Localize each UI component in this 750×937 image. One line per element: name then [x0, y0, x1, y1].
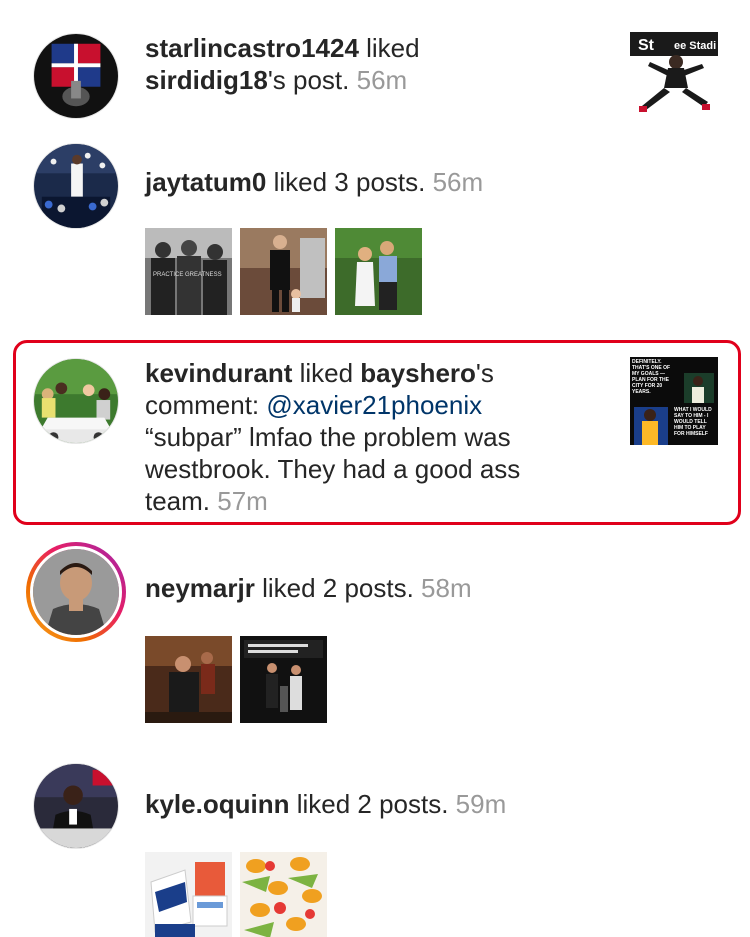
comment-line: “subpar” lmfao the problem was [145, 422, 511, 452]
action-text: liked 2 posts. [289, 789, 456, 819]
username[interactable]: jaytatum0 [145, 167, 266, 197]
activity-text: starlincastro1424 liked sirdidig18's pos… [145, 32, 420, 96]
username[interactable]: kevindurant [145, 358, 292, 388]
suffix-text: 's [475, 358, 494, 388]
post-image [145, 636, 232, 723]
avatar[interactable] [33, 33, 119, 119]
activity-text: neymarjr liked 2 posts. 58m [145, 572, 472, 604]
avatar-image [34, 144, 118, 228]
post-image: PRACTICE GREATNESS [145, 228, 232, 315]
comment-prefix: comment: [145, 390, 267, 420]
username[interactable]: starlincastro1424 [145, 33, 359, 63]
post-thumbnail[interactable]: DEFINITELY. THAT'S ONE OF MY GOALS — PLA… [630, 357, 718, 445]
sign-text-2: ee Stadi [674, 40, 716, 52]
target-username[interactable]: bayshero [360, 358, 476, 388]
post-image [240, 636, 327, 723]
post-thumbnail[interactable]: St ee Stadi [630, 32, 718, 120]
timestamp: 58m [421, 573, 472, 603]
action-text: liked [358, 33, 420, 63]
timestamp: 59m [455, 789, 507, 819]
post-image [335, 228, 422, 315]
post-thumbnails [145, 852, 327, 937]
activity-text: jaytatum0 liked 3 posts. 56m [145, 166, 483, 198]
activity-text: kyle.oquinn liked 2 posts. 59m [145, 788, 506, 820]
post-thumbnail[interactable] [145, 636, 232, 723]
avatar-image [34, 764, 118, 848]
post-thumbnail[interactable] [240, 228, 327, 315]
activity-text: kevindurant liked bayshero's comment: @x… [145, 357, 520, 517]
post-thumbnail[interactable] [335, 228, 422, 315]
timestamp: 56m [356, 65, 408, 95]
username[interactable]: neymarjr [145, 573, 255, 603]
avatar[interactable] [33, 763, 119, 849]
avatar-with-story[interactable] [26, 542, 126, 642]
post-thumbnail[interactable]: PRACTICE GREATNESS [145, 228, 232, 315]
post-thumbnails: PRACTICE GREATNESS [145, 228, 422, 315]
jersey-text: PRACTICE GREATNESS [153, 272, 222, 278]
post-image: St ee Stadi [630, 32, 718, 120]
action-text: liked [292, 358, 361, 388]
avatar[interactable] [33, 143, 119, 229]
comment-line: westbrook. They had a good ass [145, 454, 521, 484]
avatar[interactable] [33, 358, 119, 444]
target-username[interactable]: sirdidig18 [145, 65, 268, 95]
avatar-image [33, 549, 119, 635]
action-text: liked 2 posts. [254, 573, 422, 603]
comment-line: team. [145, 486, 218, 516]
suffix-text: 's post. [267, 65, 357, 95]
post-thumbnail[interactable] [240, 636, 327, 723]
post-thumbnail[interactable] [240, 852, 327, 937]
username[interactable]: kyle.oquinn [145, 789, 289, 819]
post-image [240, 228, 327, 315]
sign-text: St [638, 37, 655, 54]
post-image [145, 852, 232, 937]
post-thumbnails [145, 636, 327, 723]
thumb-quote-1: DEFINITELY. THAT'S ONE OF MY GOALS — PLA… [632, 359, 671, 395]
post-thumbnail[interactable] [145, 852, 232, 937]
avatar-image [34, 359, 118, 443]
mention-link[interactable]: @xavier21phoenix [266, 390, 482, 420]
post-image [240, 852, 327, 937]
thumb-quote-2: WHAT I WOULD SAY TO HIM - I WOULD TELL H… [674, 407, 712, 437]
timestamp: 56m [432, 167, 484, 197]
post-image: DEFINITELY. THAT'S ONE OF MY GOALS — PLA… [630, 357, 718, 445]
avatar-image [34, 34, 118, 118]
action-text: liked 3 posts. [266, 167, 433, 197]
timestamp: 57m [217, 486, 268, 516]
